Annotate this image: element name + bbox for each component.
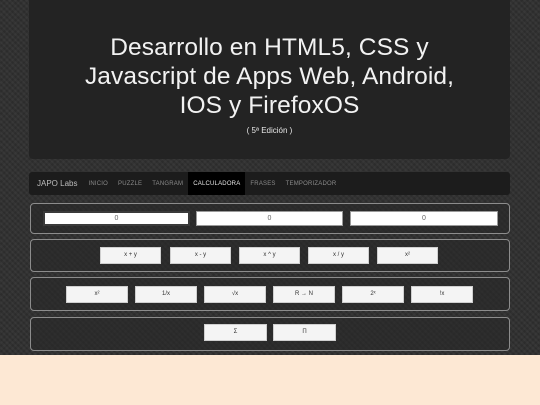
product-button[interactable]: Π [273, 324, 336, 341]
edition-label: ( 5ª Edición ) [246, 126, 293, 135]
nav-brand[interactable]: JAPO Labs [29, 172, 83, 195]
tab-calculadora[interactable]: CALCULADORA [188, 172, 246, 195]
input-x-field[interactable]: 0 [43, 211, 190, 226]
page-title: Desarrollo en HTML5, CSS y Javascript de… [29, 33, 510, 120]
divide-button[interactable]: x / y [308, 247, 369, 264]
tab-puzzle[interactable]: PUZZLE [113, 172, 147, 195]
unary-ops-panel: x² 1/x √x R → N 2ˣ !x [30, 277, 510, 311]
inputs-panel: 0 0 0 [30, 203, 510, 234]
title-line-3: IOS y FirefoxOS [179, 92, 360, 119]
tab-frases[interactable]: FRASES [245, 172, 280, 195]
square-x-button[interactable]: x² [66, 286, 128, 303]
input-y-field[interactable]: 0 [196, 211, 343, 226]
tab-tangram[interactable]: TANGRAM [147, 172, 188, 195]
result-field[interactable]: 0 [350, 211, 498, 226]
page-footer [0, 355, 540, 405]
binary-ops-panel: x + y x - y x ^ y x / y x² [30, 239, 510, 272]
title-line-2: Javascript de Apps Web, Android, [84, 63, 455, 90]
add-button[interactable]: x + y [100, 247, 161, 264]
series-ops-panel: Σ Π [30, 317, 510, 351]
power-of-two-button[interactable]: 2ˣ [342, 286, 404, 303]
main-nav: JAPO Labs INICIO PUZZLE TANGRAM CALCULAD… [29, 172, 510, 195]
sqrt-button[interactable]: √x [204, 286, 266, 303]
subtract-button[interactable]: x - y [170, 247, 231, 264]
real-to-natural-button[interactable]: R → N [273, 286, 335, 303]
factorial-button[interactable]: !x [411, 286, 473, 303]
square-button[interactable]: x² [377, 247, 438, 264]
page-header: Desarrollo en HTML5, CSS y Javascript de… [29, 0, 510, 159]
tab-temporizador[interactable]: TEMPORIZADOR [281, 172, 342, 195]
power-button[interactable]: x ^ y [239, 247, 300, 264]
title-line-1: Desarrollo en HTML5, CSS y [110, 34, 429, 61]
reciprocal-button[interactable]: 1/x [135, 286, 197, 303]
tab-inicio[interactable]: INICIO [83, 172, 113, 195]
summation-button[interactable]: Σ [204, 324, 267, 341]
